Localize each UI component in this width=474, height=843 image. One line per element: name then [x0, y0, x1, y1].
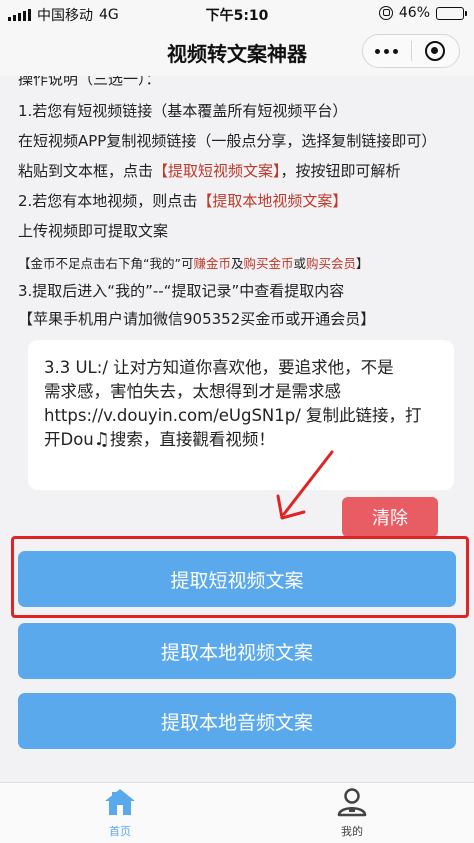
- buy-coins-link[interactable]: 购买金币: [243, 256, 293, 271]
- battery-percent: 46%: [398, 5, 430, 21]
- coin-or: 或: [293, 256, 307, 271]
- instruction-step2-detail: 上传视频即可提取文案: [18, 222, 169, 240]
- link-textarea[interactable]: 3.3 UL:/ 让对方知道你喜欢他，要追求他，不是 需求感，害怕失去，太想得到…: [28, 340, 454, 490]
- coin-note-pre: 【金币不足点击右下角“我的”可: [18, 256, 194, 271]
- extract-local-video-button[interactable]: 提取本地视频文案: [18, 623, 456, 679]
- tab-home-label: 首页: [109, 825, 131, 838]
- instruction-step3: 3.提取后进入“我的”--“提取记录”中查看提取内容: [18, 282, 345, 300]
- buy-member-link[interactable]: 购买会员: [306, 256, 356, 271]
- instruction-step2: 2.若您有本地视频，则点击【提取本地视频文案】: [18, 190, 347, 211]
- mini-program-capsule: [362, 34, 460, 68]
- tab-bar: 首页 我的: [0, 782, 474, 843]
- step1-action-post: ，按按钮即可解析: [280, 162, 401, 180]
- close-button[interactable]: [412, 41, 460, 61]
- annotation-arrow-icon: [276, 450, 334, 520]
- status-bar: 中国移动 4G 下午5:10 46%: [0, 0, 474, 26]
- step2-button-ref: 【提取本地视频文案】: [197, 192, 348, 210]
- tab-mine[interactable]: 我的: [322, 787, 382, 839]
- step1-action-pre: 粘贴到文本框，点击: [18, 162, 154, 180]
- extract-local-audio-button[interactable]: 提取本地音频文案: [18, 693, 456, 749]
- nav-bar: 视频转文案神器: [0, 26, 474, 76]
- battery-icon: [436, 6, 467, 20]
- clear-button[interactable]: 清除: [342, 497, 438, 537]
- link-text-line4: 开Dou♫搜索，直接觀看视频！: [44, 428, 438, 452]
- link-text-line1: 3.3 UL:/ 让对方知道你喜欢他，要追求他，不是: [44, 358, 394, 377]
- status-right: 46%: [378, 5, 467, 21]
- link-text-line2: 需求感，害怕失去，太想得到才是需求感: [44, 382, 341, 401]
- step1-action-button-ref: 【提取短视频文案】: [153, 162, 281, 180]
- main-content: 操作说明（三选一）： 1.若您有短视频链接（基本覆盖所有短视频平台） 在短视频A…: [0, 76, 474, 782]
- tab-mine-label: 我的: [341, 825, 363, 838]
- instruction-step1-action: 粘贴到文本框，点击【提取短视频文案】，按按钮即可解析: [18, 160, 401, 181]
- instruction-step1: 1.若您有短视频链接（基本覆盖所有短视频平台）: [18, 102, 348, 120]
- more-dots-icon[interactable]: [363, 48, 411, 54]
- link-text-line4-pre: 开Dou: [44, 430, 94, 449]
- user-icon: [337, 788, 367, 817]
- coin-note: 【金币不足点击右下角“我的”可赚金币及购买金币或购买会员】: [18, 253, 369, 272]
- rotation-lock-icon: [378, 6, 393, 20]
- coin-note-post: 】: [356, 256, 369, 271]
- instruction-step1-detail: 在短视频APP复制视频链接（一般点分享，选择复制链接即可）: [18, 132, 437, 150]
- instructions-header: 操作说明（三选一）：: [18, 76, 161, 88]
- apple-user-note: 【苹果手机用户请加微信905352买金币或开通会员】: [18, 310, 376, 328]
- step2-pre: 2.若您有本地视频，则点击: [18, 192, 198, 210]
- earn-coins-link[interactable]: 赚金币: [193, 256, 231, 271]
- link-text-line3: https://v.douyin.com/eUgSN1p/ 复制此链接，打: [44, 406, 422, 425]
- music-note-icon: ♫: [93, 429, 110, 450]
- link-text-line4-post: 搜索，直接觀看视频！: [109, 430, 275, 449]
- target-icon: [425, 41, 446, 61]
- tab-home[interactable]: 首页: [90, 787, 150, 839]
- home-icon: [105, 789, 135, 815]
- extract-short-video-button[interactable]: 提取短视频文案: [18, 551, 456, 607]
- coin-and: 及: [230, 256, 244, 271]
